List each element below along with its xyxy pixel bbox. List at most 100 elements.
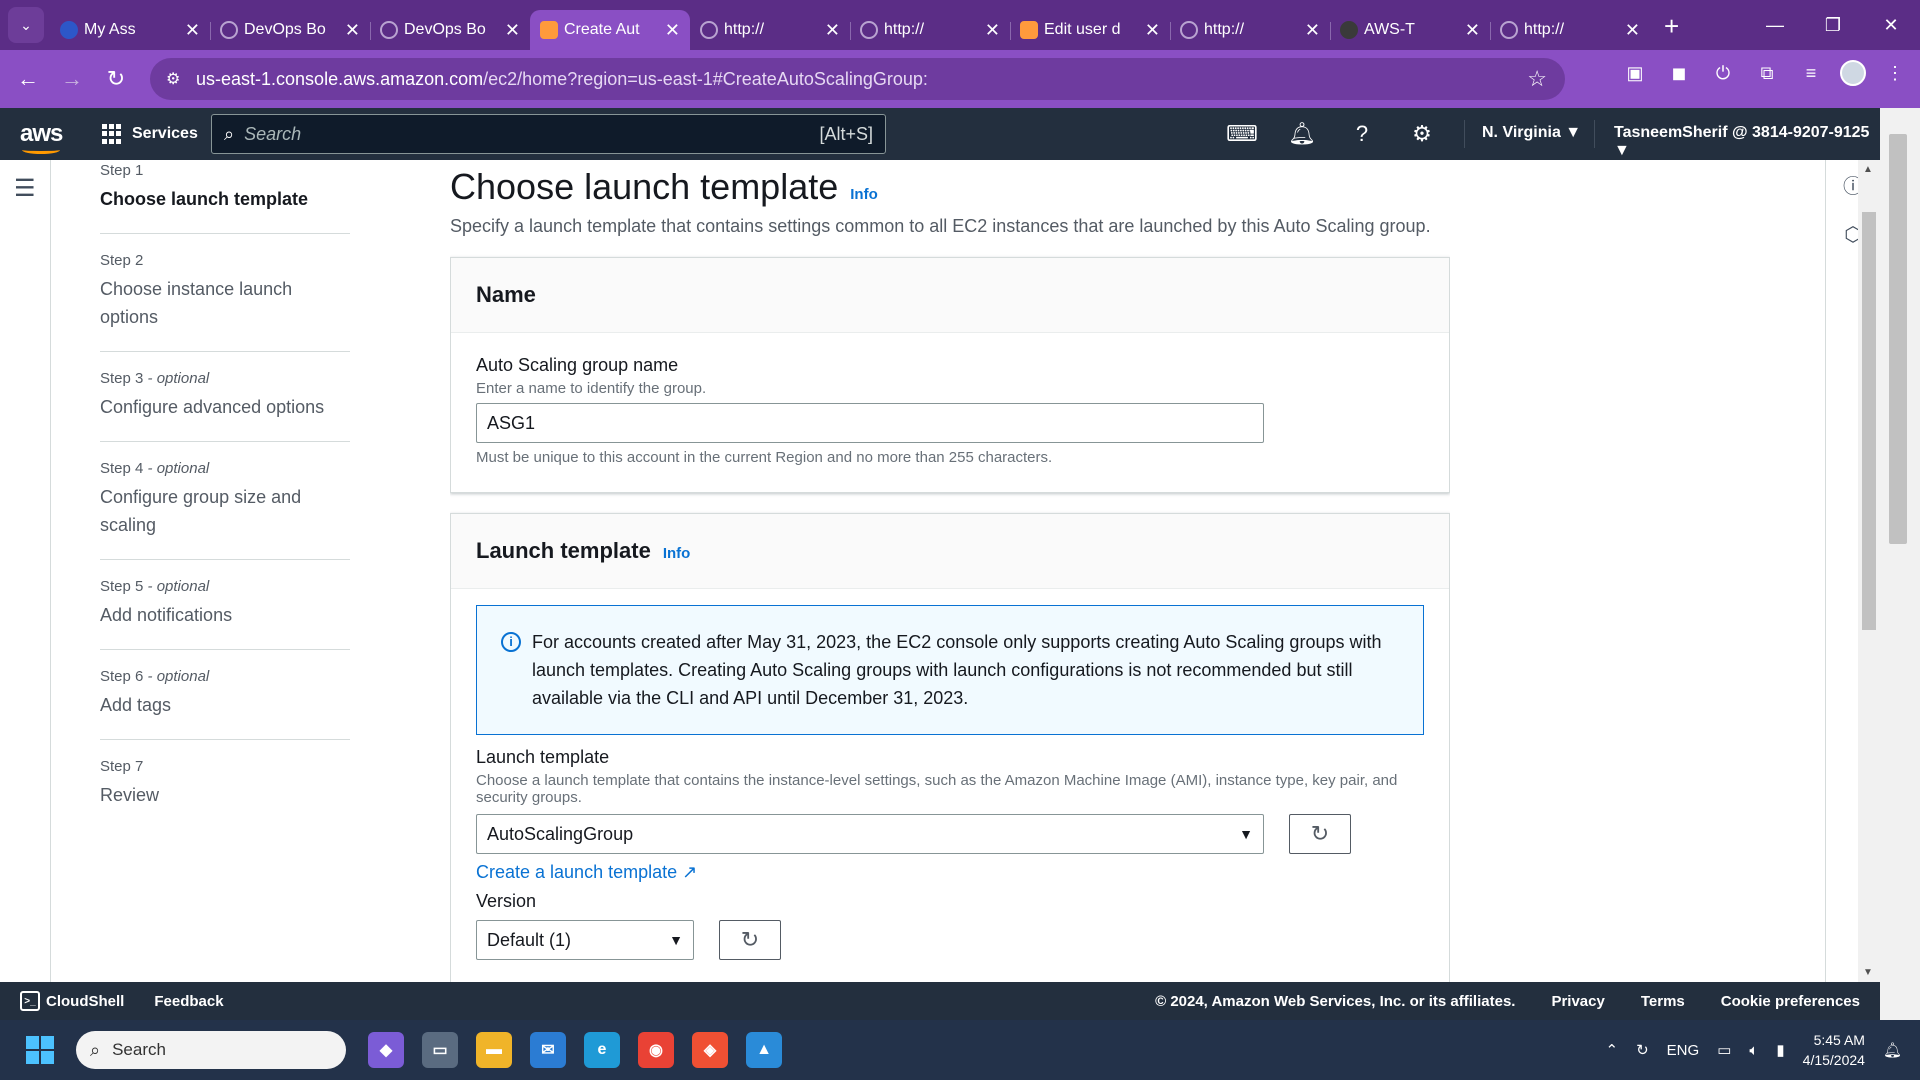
taskbar-search[interactable]: ⌕ Search <box>76 1031 346 1069</box>
browser-menu-icon[interactable]: ⋮ <box>1880 58 1910 88</box>
close-tab-icon[interactable]: ✕ <box>825 20 840 41</box>
content-scrollbar-thumb[interactable] <box>1862 212 1876 630</box>
forward-icon[interactable]: → <box>50 57 94 101</box>
aws-search-input[interactable]: ⌕ Search [Alt+S] <box>211 114 886 154</box>
aws-logo[interactable]: aws <box>20 120 64 154</box>
power-extension-icon[interactable]: ⏻ <box>1708 58 1738 88</box>
close-tab-icon[interactable]: ✕ <box>1465 20 1480 41</box>
browser-tab[interactable]: My Ass ✕ <box>50 10 210 50</box>
site-info-icon[interactable]: ⚙ <box>166 69 180 89</box>
media-control-icon[interactable]: ≡ <box>1796 58 1826 88</box>
tray-chevron-icon[interactable]: ⌃ <box>1606 1041 1619 1059</box>
step-number: Step 6 - optional <box>100 668 350 685</box>
wizard-step-1[interactable]: Step 1 Choose launch template <box>100 162 350 234</box>
copilot-icon[interactable]: ◆ <box>368 1032 404 1068</box>
close-tab-icon[interactable]: ✕ <box>505 20 520 41</box>
minimize-icon[interactable]: — <box>1746 0 1804 50</box>
browser-tab[interactable]: AWS-T ✕ <box>1330 10 1490 50</box>
close-window-icon[interactable]: ✕ <box>1862 0 1920 50</box>
notification-bell-icon[interactable]: 🔔︎ <box>1883 1041 1902 1059</box>
restore-icon[interactable]: ❐ <box>1804 0 1862 50</box>
help-icon[interactable]: ? <box>1348 120 1376 148</box>
wizard-step-7[interactable]: Step 7 Review <box>100 758 350 829</box>
hamburger-menu-icon[interactable]: ☰ <box>14 174 36 203</box>
browser-tab[interactable]: Edit user d ✕ <box>1010 10 1170 50</box>
aws-footer: >_ CloudShell Feedback © 2024, Amazon We… <box>0 982 1880 1020</box>
mail-icon[interactable]: ✉ <box>530 1032 566 1068</box>
launch-template-panel: Launch template Info i For accounts crea… <box>450 513 1450 982</box>
windows-start-icon[interactable] <box>26 1036 54 1064</box>
reload-icon[interactable]: ↻ <box>94 57 138 101</box>
browser-tab[interactable]: DevOps Bo ✕ <box>370 10 530 50</box>
cloudshell-icon[interactable]: ⌨ <box>1226 120 1258 148</box>
launch-template-select[interactable]: AutoScalingGroup ▼ <box>476 814 1264 854</box>
edge-icon[interactable]: e <box>584 1032 620 1068</box>
close-tab-icon[interactable]: ✕ <box>985 20 1000 41</box>
cloudshell-button[interactable]: >_ CloudShell <box>20 991 124 1011</box>
battery-icon[interactable]: ▮ <box>1776 1041 1784 1059</box>
info-link[interactable]: Info <box>850 186 878 203</box>
page-scrollbar-thumb[interactable] <box>1889 134 1907 544</box>
browser-tab[interactable]: http:// ✕ <box>690 10 850 50</box>
wizard-step-5[interactable]: Step 5 - optional Add notifications <box>100 578 350 650</box>
browser-tab[interactable]: http:// ✕ <box>850 10 1010 50</box>
browser-tab[interactable]: DevOps Bo ✕ <box>210 10 370 50</box>
wizard-step-2[interactable]: Step 2 Choose instance launch options <box>100 252 350 352</box>
browser-tab[interactable]: http:// ✕ <box>1170 10 1330 50</box>
create-launch-template-link[interactable]: Create a launch template ↗ <box>476 862 1424 883</box>
cookie-preferences-link[interactable]: Cookie preferences <box>1721 993 1860 1010</box>
file-explorer-icon[interactable]: ▬ <box>476 1032 512 1068</box>
language-indicator[interactable]: ENG <box>1667 1042 1700 1059</box>
close-tab-icon[interactable]: ✕ <box>1145 20 1160 41</box>
task-view-icon[interactable]: ▭ <box>422 1032 458 1068</box>
clock[interactable]: 5:45 AM 4/15/2024 <box>1803 1030 1865 1070</box>
volume-icon[interactable]: 🔈︎ <box>1749 1042 1758 1059</box>
step-number-text: Step 1 <box>100 162 144 179</box>
close-tab-icon[interactable]: ✕ <box>185 20 200 41</box>
azure-icon[interactable]: ▲ <box>746 1032 782 1068</box>
screenshot-extension-icon[interactable]: ◼ <box>1664 58 1694 88</box>
region-selector[interactable]: N. Virginia ▼ <box>1482 124 1581 142</box>
browser-tab[interactable]: http:// ✕ <box>1490 10 1650 50</box>
git-icon[interactable]: ◈ <box>692 1032 728 1068</box>
tab-search-button[interactable]: ⌄ <box>8 7 44 43</box>
close-tab-icon[interactable]: ✕ <box>665 20 680 41</box>
sync-icon[interactable]: ↻ <box>1636 1041 1649 1059</box>
close-tab-icon[interactable]: ✕ <box>345 20 360 41</box>
terms-link[interactable]: Terms <box>1641 993 1685 1010</box>
refresh-button[interactable]: ↻ <box>1289 814 1351 854</box>
close-tab-icon[interactable]: ✕ <box>1305 20 1320 41</box>
bookmark-star-icon[interactable]: ☆ <box>1527 66 1547 92</box>
notifications-bell-icon[interactable]: 🔔︎ <box>1288 120 1316 148</box>
profile-avatar[interactable] <box>1840 60 1866 86</box>
scroll-up-arrow-icon[interactable]: ▲ <box>1863 164 1873 175</box>
privacy-link[interactable]: Privacy <box>1551 993 1604 1010</box>
extensions-puzzle-icon[interactable]: ⧉ <box>1752 58 1782 88</box>
page-scrollbar[interactable] <box>1880 108 1920 1020</box>
feedback-link[interactable]: Feedback <box>154 993 223 1010</box>
version-select[interactable]: Default (1) ▼ <box>476 920 694 960</box>
wizard-step-6[interactable]: Step 6 - optional Add tags <box>100 668 350 740</box>
url-field[interactable]: ⚙ us-east-1.console.aws.amazon.com/ec2/h… <box>150 58 1565 100</box>
chrome-icon[interactable]: ◉ <box>638 1032 674 1068</box>
picture-in-picture-icon[interactable]: ▣ <box>1620 58 1650 88</box>
info-link[interactable]: Info <box>663 545 691 562</box>
content-scrollbar[interactable]: ▲ ▼ <box>1858 160 1880 982</box>
browser-tab-active[interactable]: Create Aut ✕ <box>530 10 690 50</box>
step-number: Step 4 - optional <box>100 460 350 477</box>
version-refresh-button[interactable]: ↻ <box>719 920 781 960</box>
account-menu[interactable]: TasneemSherif @ 3814-9207-9125 ▼ <box>1614 124 1880 160</box>
tab-title: Edit user d <box>1044 21 1121 38</box>
back-icon[interactable]: ← <box>6 57 50 101</box>
wizard-step-3[interactable]: Step 3 - optional Configure advanced opt… <box>100 370 350 442</box>
search-icon: ⌕ <box>90 1039 101 1060</box>
settings-gear-icon[interactable]: ⚙ <box>1408 120 1436 148</box>
scroll-down-arrow-icon[interactable]: ▼ <box>1863 967 1873 978</box>
new-tab-icon[interactable]: + <box>1664 11 1679 42</box>
network-icon[interactable]: ▭ <box>1717 1041 1731 1059</box>
services-menu[interactable]: Services <box>102 124 198 144</box>
close-tab-icon[interactable]: ✕ <box>1625 20 1640 41</box>
wizard-step-4[interactable]: Step 4 - optional Configure group size a… <box>100 460 350 560</box>
asg-name-input[interactable] <box>476 403 1264 443</box>
url-host: us-east-1.console.aws.amazon.com <box>196 68 484 89</box>
